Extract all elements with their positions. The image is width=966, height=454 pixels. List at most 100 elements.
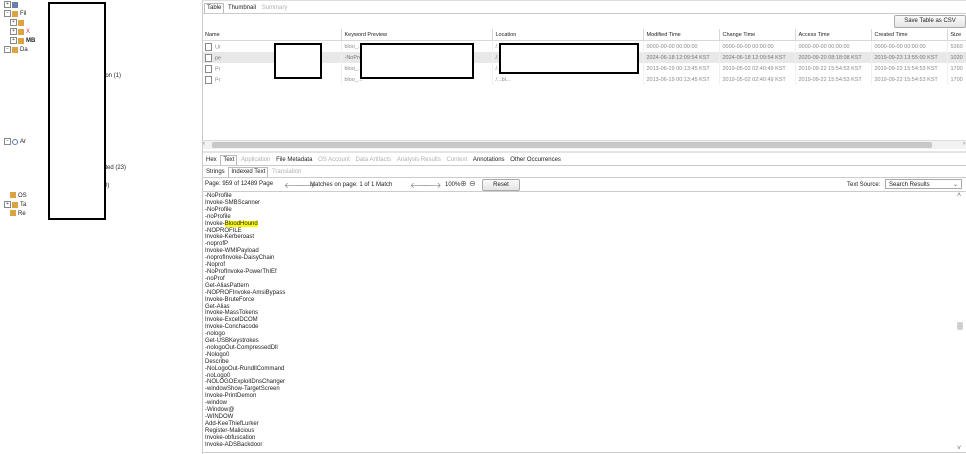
- column-header[interactable]: Size: [947, 29, 966, 41]
- file-name: pe: [215, 54, 222, 61]
- table-cell: 2019-09-22 15:54:53 KST: [795, 63, 872, 74]
- expand-icon[interactable]: +: [4, 201, 11, 208]
- collapse-icon[interactable]: −: [4, 138, 11, 145]
- tree-node[interactable]: − Fil: [4, 10, 26, 18]
- tree-node[interactable]: + Ta: [4, 201, 26, 209]
- text-line: Get-USBKeystrokes: [205, 338, 259, 345]
- table-horizontal-scrollbar[interactable]: ‹ ›: [202, 140, 966, 149]
- text-line: Invoke-SMBScanner: [205, 199, 261, 206]
- expand-icon[interactable]: +: [4, 1, 11, 8]
- results-panel: Table Thumbnail Summary Save Table as CS…: [202, 0, 966, 454]
- scroll-left-icon[interactable]: ‹: [203, 141, 205, 147]
- tree-node[interactable]: + MB: [10, 37, 35, 45]
- text-vertical-scrollbar[interactable]: ˄ ˅: [956, 192, 964, 452]
- zoom-level: 100%: [445, 182, 461, 188]
- table-cell: 2013-06-19 00:13:45 KST: [643, 74, 720, 85]
- expand-icon[interactable]: +: [10, 19, 17, 26]
- expand-icon[interactable]: +: [10, 37, 17, 44]
- tree-node[interactable]: + X: [10, 28, 30, 36]
- text-source-select[interactable]: Search Results ⌄: [885, 179, 962, 189]
- indexed-text-content[interactable]: -NoProfile Invoke-SMBScanner -NoProfile -no…: [205, 193, 945, 449]
- text-line: Invoke-BloodHound: [205, 220, 945, 228]
- column-header[interactable]: Modified Time: [643, 29, 720, 41]
- tree-node-label: Ta: [20, 202, 27, 209]
- scrollbar-thumb[interactable]: [212, 142, 932, 148]
- tree-node-label: Ar: [20, 139, 26, 146]
- scroll-down-icon[interactable]: ˅: [957, 445, 961, 452]
- tree-node[interactable]: OS: [10, 192, 27, 200]
- scrollbar-thumb[interactable]: [957, 322, 963, 330]
- column-header[interactable]: Name: [202, 29, 342, 41]
- reset-zoom-button[interactable]: Reset: [482, 179, 520, 191]
- folder-icon: [18, 19, 24, 26]
- folder-icon: [18, 37, 24, 44]
- text-line: -NoProfile: [205, 206, 232, 213]
- file-name: Pr: [215, 76, 221, 83]
- tree-node-label: MB: [26, 38, 36, 45]
- text-line-prefix: Invoke-: [205, 220, 225, 227]
- column-header[interactable]: Access Time: [795, 29, 872, 41]
- text-source-label: Text Source:: [847, 182, 881, 188]
- tree-node[interactable]: +: [4, 1, 20, 9]
- redaction-box: [48, 2, 106, 220]
- column-header[interactable]: Keyword Preview: [341, 29, 493, 41]
- tab-os-account[interactable]: OS Account: [316, 156, 352, 165]
- hdd-icon: [12, 1, 18, 8]
- tree-node[interactable]: ion (1): [104, 72, 121, 80]
- expand-icon[interactable]: +: [10, 28, 17, 35]
- collapse-icon[interactable]: −: [4, 46, 11, 53]
- splitter[interactable]: [202, 151, 966, 153]
- tab-strings[interactable]: Strings: [204, 168, 227, 177]
- tab-data-artifacts[interactable]: Data Artifacts: [353, 156, 393, 165]
- table-cell: 2019-09-22 15:54:53 KST: [871, 74, 948, 85]
- tab-hex[interactable]: Hex: [204, 156, 219, 165]
- zoom-in-icon[interactable]: ⊕: [460, 179, 467, 188]
- tree-node[interactable]: Re: [10, 210, 26, 218]
- text-line: -windowShow-TargetScreen: [205, 386, 280, 393]
- tab-indexed-text[interactable]: Indexed Text: [228, 167, 269, 177]
- tab-annotations[interactable]: Annotations: [471, 156, 507, 165]
- tree-node[interactable]: − Ar: [4, 138, 26, 146]
- text-line: Get-Alias: [205, 303, 230, 310]
- text-line: -noProfile: [205, 213, 231, 220]
- column-header[interactable]: Location: [492, 29, 644, 41]
- table-cell: 2019-05-02 02:40:49 KST: [719, 74, 796, 85]
- table-cell: 2024-06-18 12:09:54 KST: [719, 52, 796, 63]
- tab-file-metadata[interactable]: File Metadata: [274, 156, 314, 165]
- text-toolbar: Page: 959 of 12489 Page: [205, 178, 273, 191]
- text-line: -NOPROFILE: [205, 227, 242, 234]
- tab-translation[interactable]: Translation: [270, 168, 303, 177]
- next-match-icon[interactable]: 🡒: [420, 180, 441, 190]
- redaction-box: [499, 43, 639, 74]
- table-cell: 1020: [947, 52, 966, 63]
- text-line: -NoLogoOut-RundllCommand: [205, 365, 285, 372]
- scroll-up-icon[interactable]: ˄: [957, 192, 961, 199]
- table-cell: 2019-09-22 15:54:53 KST: [795, 74, 872, 85]
- text-line: -NoProfile: [205, 193, 232, 199]
- save-table-csv-button[interactable]: Save Table as CSV: [894, 15, 966, 28]
- tab-thumbnail[interactable]: Thumbnail: [226, 4, 258, 13]
- page-indicator: Page: 959 of 12489 Page: [205, 181, 274, 187]
- tab-summary[interactable]: Summary: [260, 4, 290, 13]
- tree-node[interactable]: ited (23): [104, 164, 126, 172]
- tree-node-label: Re: [18, 211, 26, 217]
- tree-node[interactable]: +: [10, 19, 26, 27]
- text-line: Invoke-obfuscation: [205, 434, 256, 441]
- column-header[interactable]: Created Time: [871, 29, 948, 41]
- tab-application[interactable]: Application: [239, 156, 272, 165]
- collapse-icon[interactable]: −: [4, 10, 11, 17]
- column-header[interactable]: Change Time: [719, 29, 796, 41]
- tab-text[interactable]: Text: [220, 155, 238, 165]
- tree-node[interactable]: − Da: [4, 46, 28, 54]
- tab-analysis-results[interactable]: Analysis Results: [395, 156, 443, 165]
- file-name: Ur: [215, 43, 221, 50]
- zoom-out-icon[interactable]: ⊖: [469, 179, 476, 188]
- tree-node-label: Fil: [20, 11, 27, 18]
- scroll-right-icon[interactable]: ›: [963, 141, 965, 147]
- text-line: -NoProfInvoke-PowerThIEf: [205, 268, 277, 275]
- table-cell: 2020-09-20 08:18:08 KST: [795, 52, 872, 63]
- tab-context[interactable]: Context: [445, 156, 470, 165]
- result-view-tabs: Table Thumbnail Summary: [204, 3, 289, 13]
- tab-table[interactable]: Table: [204, 3, 225, 13]
- tab-other-occurrences[interactable]: Other Occurrences: [508, 156, 563, 165]
